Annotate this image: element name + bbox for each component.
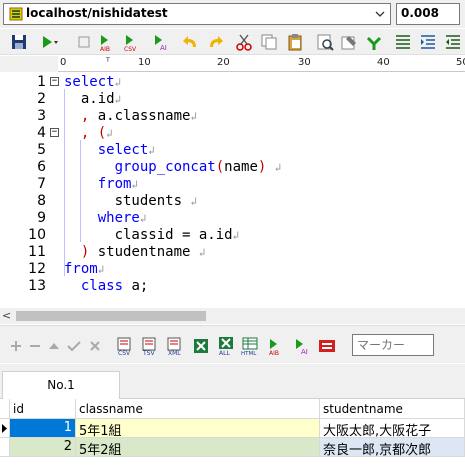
run-csv-icon[interactable]: CSV [122, 32, 142, 52]
connection-name: localhost/nishidatest [26, 6, 168, 20]
ruler-cursor-mark: ᵀ [106, 57, 110, 68]
export-tsv-icon[interactable]: TSV [140, 336, 160, 356]
ruler-label: 10 [138, 57, 151, 68]
horizontal-scrollbar[interactable]: < [0, 308, 465, 324]
result-tabs: No.1 [0, 364, 465, 399]
table-cell-id[interactable]: 1 [10, 419, 76, 438]
run-ai-icon[interactable]: AI [151, 32, 171, 52]
database-icon [9, 7, 23, 21]
code-line: 12 from↲ [28, 261, 105, 277]
code-line: 7 from↲ [37, 176, 139, 192]
connection-select[interactable]: localhost/nishidatest [3, 3, 391, 25]
cut-icon[interactable] [234, 32, 254, 52]
code-line: 11 ) studentname ↲ [28, 244, 206, 260]
export-xml-icon[interactable]: XML [165, 336, 185, 356]
result-toolbar: CSV TSV XML ALL HTML AIB AI [0, 325, 465, 363]
outdent-icon[interactable] [443, 32, 463, 52]
table-cell-id[interactable]: 2 [10, 438, 76, 457]
find-icon[interactable] [315, 32, 335, 52]
row-indicator-header [0, 399, 10, 419]
run-icon[interactable] [38, 32, 58, 52]
run-aib-icon[interactable]: AIB [97, 32, 117, 52]
ruler-label: 0 [60, 57, 67, 68]
svg-text:CSV: CSV [118, 350, 131, 356]
fold-toggle-icon[interactable]: − [50, 128, 59, 137]
cancel-icon[interactable] [85, 336, 105, 356]
svg-text:AIB: AIB [100, 46, 110, 52]
scroll-left-icon[interactable]: < [2, 309, 11, 322]
svg-text:AI: AI [301, 348, 308, 356]
connection-bar: localhost/nishidatest 0.008 [0, 0, 465, 28]
svg-text:XML: XML [168, 350, 181, 356]
code-line: 6 group_concat(name) ↲ [37, 159, 282, 175]
undo-icon[interactable] [181, 32, 201, 52]
copy-icon[interactable] [259, 32, 279, 52]
svg-text:TSV: TSV [142, 350, 155, 356]
redo-icon[interactable] [205, 32, 225, 52]
main-toolbar: AIB CSV AI [0, 29, 465, 55]
code-line: 2 a.id↲ [37, 91, 122, 107]
code-line: 1 − select↲ [37, 74, 122, 90]
delete-row-icon[interactable] [25, 336, 45, 356]
format-icon[interactable] [364, 32, 384, 52]
svg-text:CSV: CSV [124, 46, 137, 52]
scroll-thumb[interactable] [16, 311, 206, 321]
exec-time-field: 0.008 [396, 3, 460, 25]
chevron-down-icon[interactable] [374, 7, 386, 21]
ruler-label: 30 [298, 57, 311, 68]
code-line: 13 class a; [28, 278, 149, 294]
sql-editor[interactable]: 1 − select↲ 2 a.id↲ 3 , a.classname↲ 4 −… [0, 72, 465, 308]
svg-text:HTML: HTML [241, 351, 257, 356]
marker-input[interactable] [352, 334, 434, 356]
column-header-id[interactable]: id [10, 399, 76, 419]
export-html-icon[interactable]: HTML [240, 336, 260, 356]
row-indicator[interactable] [0, 438, 10, 457]
code-line: 9 where↲ [37, 210, 147, 226]
table-cell-classname[interactable]: 5年2組 [76, 438, 320, 457]
run-aib-icon[interactable]: AIB [266, 336, 286, 356]
paste-icon[interactable] [285, 32, 305, 52]
tab-result-1[interactable]: No.1 [2, 371, 120, 399]
move-up-icon[interactable] [44, 336, 64, 356]
commit-icon[interactable] [64, 336, 84, 356]
result-grid[interactable]: id classname studentname 1 5年1組 大阪太郎,大阪花… [0, 399, 465, 469]
column-ruler: 0 ᵀ 10 20 30 40 50 [0, 56, 465, 72]
ruler-label: 20 [217, 57, 230, 68]
indent-icon[interactable] [418, 32, 438, 52]
column-header-classname[interactable]: classname [76, 399, 320, 419]
code-line: 4 − , (↲ [37, 125, 113, 141]
replace-icon[interactable] [339, 32, 359, 52]
stop-icon[interactable] [74, 32, 94, 52]
code-line: 3 , a.classname↲ [37, 108, 198, 124]
card-view-icon[interactable] [317, 336, 337, 356]
save-icon[interactable] [9, 32, 29, 52]
table-cell-classname[interactable]: 5年1組 [76, 419, 320, 438]
table-cell-studentname[interactable]: 大阪太郎,大阪花子 [320, 419, 465, 438]
add-row-icon[interactable] [6, 336, 26, 356]
excel-all-icon[interactable]: ALL [216, 336, 236, 356]
ruler-label: 40 [377, 57, 390, 68]
ruler-label: 50 [456, 57, 465, 68]
run-ai-icon[interactable]: AI [292, 336, 312, 356]
column-header-studentname[interactable]: studentname [320, 399, 465, 419]
svg-text:ALL: ALL [219, 350, 230, 356]
export-csv-icon[interactable]: CSV [115, 336, 135, 356]
fold-toggle-icon[interactable]: − [50, 77, 59, 86]
code-line: 5 select↲ [37, 142, 155, 158]
row-indicator[interactable] [0, 419, 10, 438]
svg-text:AI: AI [160, 44, 167, 52]
align-icon[interactable] [393, 32, 413, 52]
code-line: 8 students ↲ [37, 193, 198, 209]
svg-text:AIB: AIB [269, 350, 279, 356]
table-cell-studentname[interactable]: 奈良一郎,京都次郎 [320, 438, 465, 457]
code-line: 10 classid = a.id↲ [28, 227, 240, 243]
excel-icon[interactable] [191, 336, 211, 356]
